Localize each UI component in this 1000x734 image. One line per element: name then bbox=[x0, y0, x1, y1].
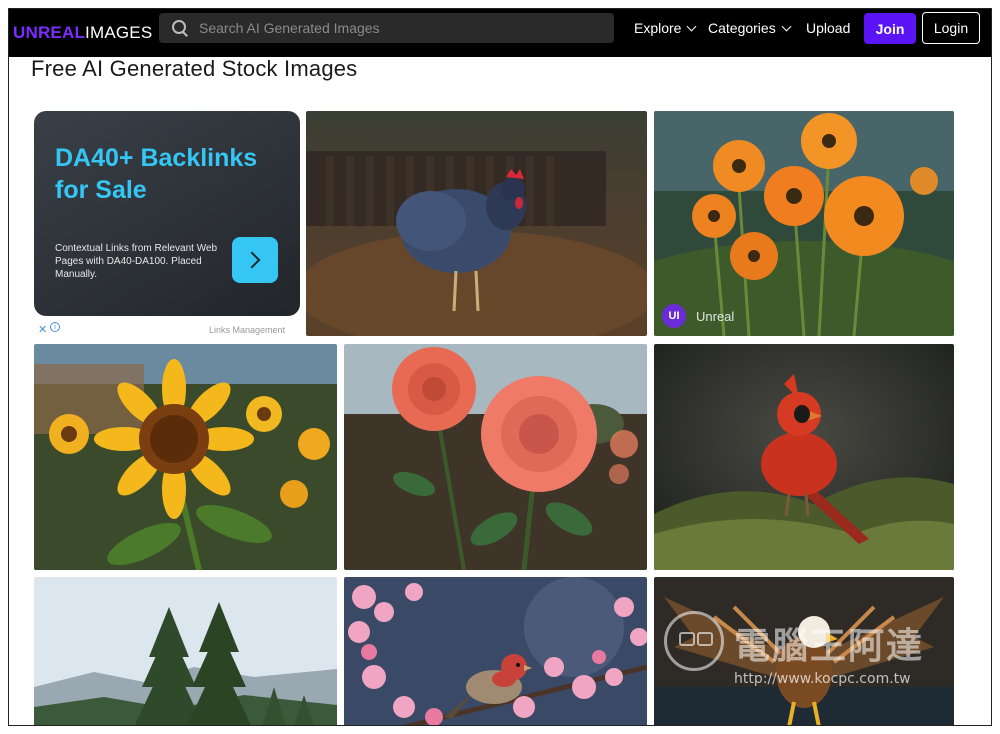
finch-blossom-image[interactable] bbox=[344, 577, 647, 725]
ad-banner[interactable]: DA40+ Backlinks for Sale Contextual Link… bbox=[34, 111, 300, 316]
poppies-image[interactable]: UI Unreal bbox=[654, 111, 954, 336]
search-input[interactable] bbox=[199, 20, 599, 36]
nav-explore-label: Explore bbox=[634, 20, 682, 36]
pine-trees-image[interactable] bbox=[34, 577, 337, 725]
site-logo[interactable]: UNREAL IMAGES bbox=[13, 9, 152, 57]
ad-description: Contextual Links from Relevant Web Pages… bbox=[55, 243, 218, 280]
browser-viewport: UNREAL IMAGES Explore Categories Upload … bbox=[8, 8, 992, 726]
eagle-image[interactable] bbox=[654, 577, 954, 725]
logo-unreal: UNREAL bbox=[13, 23, 86, 42]
nav-categories[interactable]: Categories bbox=[708, 9, 792, 47]
logo-images: IMAGES bbox=[85, 23, 153, 42]
login-button[interactable]: Login bbox=[922, 12, 980, 44]
ad-close-icon[interactable]: ✕ bbox=[38, 323, 47, 336]
top-navbar: UNREAL IMAGES Explore Categories Upload … bbox=[9, 9, 991, 57]
rose-image[interactable] bbox=[344, 344, 647, 570]
page-title: Free AI Generated Stock Images bbox=[31, 56, 358, 81]
ad-headline-line2: for Sale bbox=[55, 176, 147, 204]
nav-upload-label: Upload bbox=[806, 20, 851, 36]
search-icon bbox=[171, 19, 189, 37]
sunflower-image[interactable] bbox=[34, 344, 337, 570]
unreal-badge: UI Unreal bbox=[662, 304, 734, 328]
nav-upload[interactable]: Upload bbox=[806, 9, 850, 47]
search-bar[interactable] bbox=[159, 13, 614, 43]
chicken-image[interactable] bbox=[306, 111, 647, 336]
cardinal-image[interactable] bbox=[654, 344, 954, 570]
chevron-down-icon bbox=[687, 21, 697, 31]
ad-headline: DA40+ Backlinks for Sale bbox=[55, 142, 257, 206]
nav-explore[interactable]: Explore bbox=[634, 9, 697, 47]
chevron-down-icon bbox=[781, 21, 792, 31]
ad-arrow-button[interactable] bbox=[232, 237, 278, 283]
join-button[interactable]: Join bbox=[864, 13, 916, 44]
ad-label: Links Management bbox=[209, 325, 286, 335]
ad-info-icon[interactable]: i bbox=[50, 322, 60, 332]
unreal-badge-icon: UI bbox=[662, 304, 686, 328]
unreal-badge-label: Unreal bbox=[696, 308, 735, 324]
nav-categories-label: Categories bbox=[708, 20, 776, 36]
ad-headline-line1: DA40+ Backlinks bbox=[55, 144, 258, 172]
